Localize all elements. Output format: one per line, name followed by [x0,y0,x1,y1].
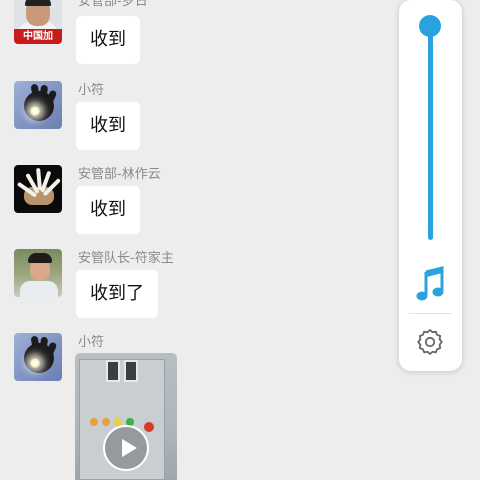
avatar-badge: 中国加油！ [14,29,62,44]
message-item: 安管队长-符家主 收到了 [14,249,184,318]
avatar-hair [25,0,51,6]
video-thumbnail-lamp [144,422,154,432]
avatar[interactable] [14,165,62,213]
avatar-hair [28,253,52,263]
avatar-light [29,105,41,117]
sender-name: 安管部-罗日 [78,0,148,9]
video-thumbnail-lamp [90,418,98,426]
sender-name: 小符 [78,335,105,350]
avatar[interactable] [14,249,62,297]
message-item: 安管部-林作云 收到 [14,165,174,234]
volume-slider-track[interactable] [428,26,433,240]
avatar-light [29,357,41,369]
avatar[interactable] [14,81,62,129]
message-item: 中国加油！ 安管部-罗日 收到 [14,0,154,64]
sender-name: 小符 [78,83,105,98]
message-bubble[interactable]: 收到 [76,102,140,150]
sender-name: 安管队长-符家主 [78,251,174,266]
avatar[interactable]: 中国加油！ [14,0,62,44]
overlay-divider [409,313,452,314]
volume-slider-thumb[interactable] [419,15,441,37]
avatar-shirt [20,281,58,297]
video-thumbnail-meter [124,360,138,382]
message-bubble[interactable]: 收到了 [76,270,158,318]
video-thumbnail-lamp [102,418,110,426]
avatar[interactable] [14,333,62,381]
video-message[interactable] [75,353,177,480]
music-note-icon[interactable] [416,266,446,302]
gear-icon[interactable] [416,328,444,356]
message-item: 小符 收到 [14,81,154,150]
message-bubble[interactable]: 收到 [76,16,140,64]
video-thumbnail-meter [106,360,120,382]
play-icon[interactable] [103,425,149,471]
message-bubble[interactable]: 收到 [76,186,140,234]
volume-overlay [399,0,462,371]
sender-name: 安管部-林作云 [78,167,161,182]
